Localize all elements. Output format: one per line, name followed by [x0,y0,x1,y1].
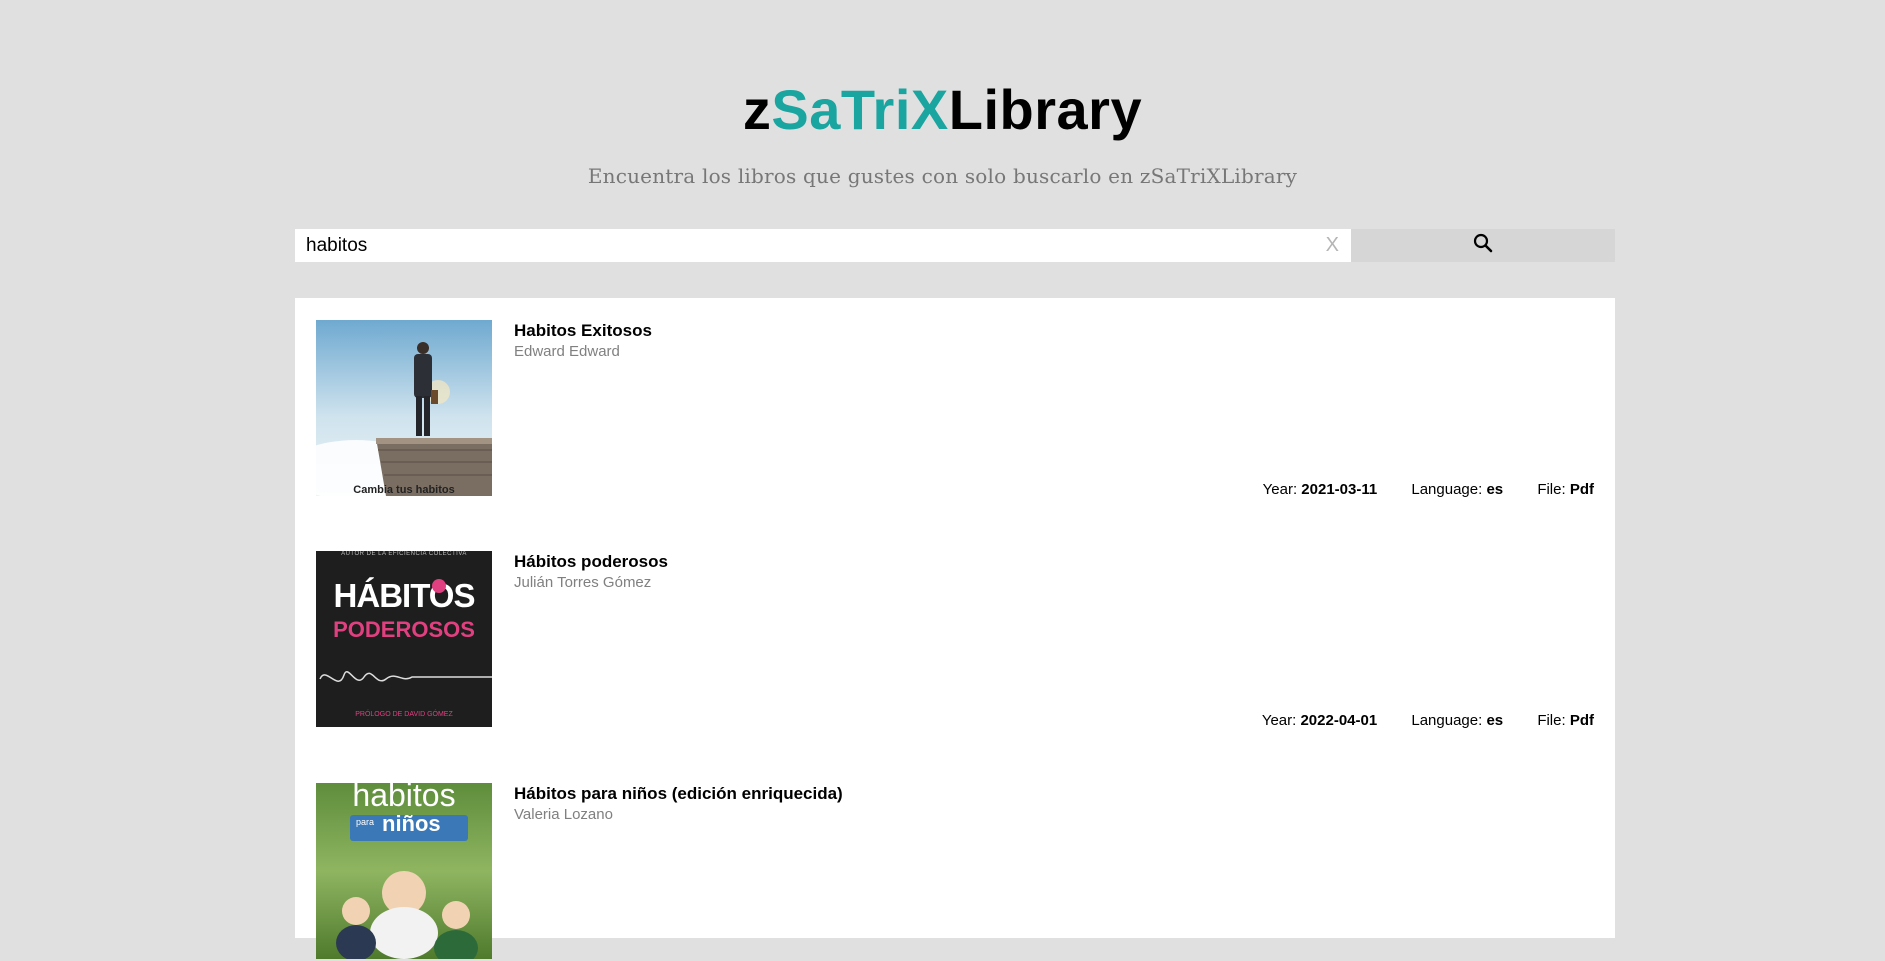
book-item[interactable]: Cambia tus habitos Habitos Exitosos Edwa… [316,320,1594,498]
book-item[interactable]: habitos para niños Hábitos para niños (e… [316,783,1594,961]
cover-title-3: niños [382,811,441,836]
cover-title-2: para [356,817,375,827]
search-bar: X [295,229,1615,262]
cover-bottom-text: PRÓLOGO DE DAVID GÓMEZ [355,711,453,718]
book-language: Language: es [1411,481,1504,498]
search-button[interactable] [1351,229,1615,262]
book-file: File: Pdf [1537,481,1594,498]
book-file: File: Pdf [1537,712,1594,729]
book-cover[interactable]: AUTOR DE LA EFICIENCIA COLECTIVA HÁBITOS… [316,551,492,727]
logo-suffix: Library [948,78,1143,141]
book-title[interactable]: Hábitos para niños (edición enriquecida) [514,784,843,804]
book-meta: Year: 2021-03-11 Language: es File: Pdf [1233,481,1594,498]
logo-prefix: z [742,78,772,141]
book-author: Valeria Lozano [514,806,613,823]
clear-search-button[interactable]: X [1326,229,1339,262]
cover-title-1: HÁBITOS [333,577,476,614]
book-year: Year: 2022-04-01 [1261,712,1378,729]
cover-title-2: PODEROSOS [333,617,475,642]
book-cover[interactable]: Cambia tus habitos [316,320,492,496]
search-input[interactable] [295,229,1351,262]
tagline: Encuentra los libros que gustes con solo… [587,164,1298,188]
cover-caption: Cambia tus habitos [353,484,455,496]
book-title[interactable]: Hábitos poderosos [514,552,668,572]
book-author: Edward Edward [514,343,620,360]
cover-clock-icon [432,579,446,593]
cover-title-1: habitos [352,783,456,813]
book-language: Language: es [1411,712,1504,729]
book-author: Julián Torres Gómez [514,574,652,591]
book-meta: Year: 2022-04-01 Language: es File: Pdf [1232,712,1594,729]
search-icon [1473,233,1493,258]
header: zSaTriXLibrary Encuentra los libros que … [0,0,1885,188]
book-year: Year: 2021-03-11 [1262,481,1378,498]
logo-accent: SaTriX [771,78,949,141]
results-list: Cambia tus habitos Habitos Exitosos Edwa… [295,298,1615,959]
book-title[interactable]: Habitos Exitosos [514,321,652,341]
book-cover[interactable]: habitos para niños [316,783,492,959]
search-input-wrapper: X [295,229,1351,262]
site-logo[interactable]: zSaTriXLibrary [0,76,1885,144]
cover-top-text: AUTOR DE LA EFICIENCIA COLECTIVA [341,551,467,557]
book-item[interactable]: AUTOR DE LA EFICIENCIA COLECTIVA HÁBITOS… [316,551,1594,729]
